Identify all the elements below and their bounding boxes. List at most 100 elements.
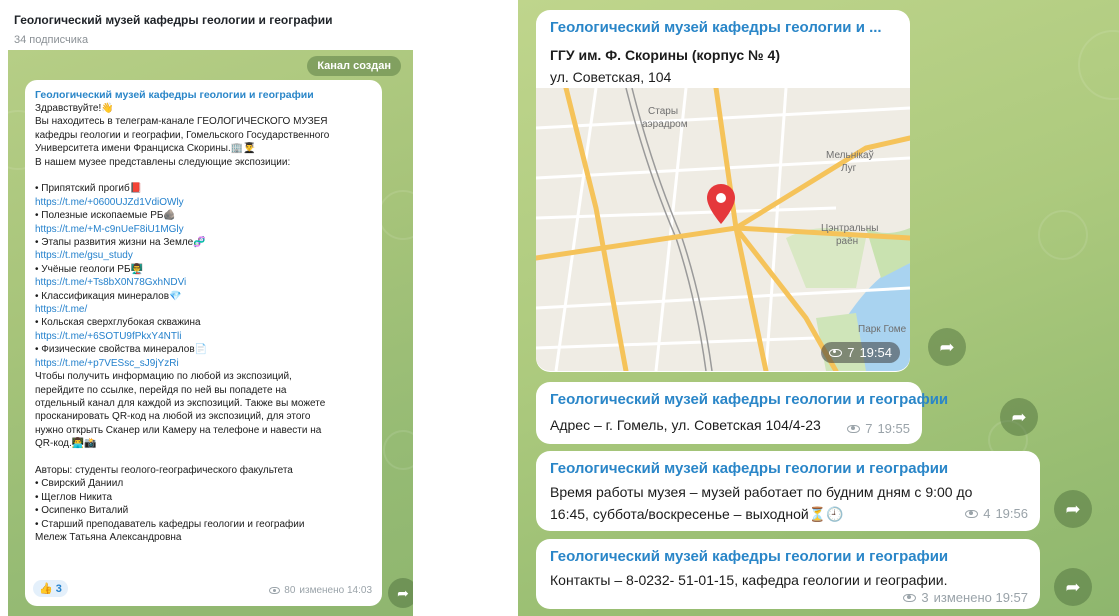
message-text: Время работы музея – музей работает по б… — [550, 484, 973, 500]
post-link[interactable]: https://t.me/+6SOTU9fPkxY4NTli — [35, 330, 372, 343]
post-line: Авторы: студенты геолого-географического… — [35, 464, 293, 476]
post-line: просканировать QR-код на любой из экспоз… — [35, 411, 311, 423]
post-line: • Полезные ископаемые РБ🪨 — [35, 210, 176, 222]
share-button[interactable]: ➦ — [928, 328, 966, 366]
view-count: 3 — [921, 590, 929, 605]
view-count: 7 — [847, 345, 855, 360]
share-button[interactable]: ➦ — [1000, 398, 1038, 436]
post-line: отдельный канал для каждой из экспозиций… — [35, 397, 326, 409]
wallpaper-doodle — [1078, 30, 1119, 100]
map-label: Парк Гоме — [858, 324, 907, 335]
share-arrow-icon: ➦ — [1065, 576, 1081, 597]
share-arrow-icon: ➦ — [939, 336, 955, 357]
message-text: Контакты – 8-0232- 51-01-15, кафедра гео… — [550, 572, 948, 588]
message-text: 16:45, суббота/воскресенье – выходной⏳🕘 — [550, 506, 844, 522]
post-line: • Учёные геологи РБ👨‍🏫 — [35, 263, 143, 275]
location-meta: 7 19:54 — [821, 342, 900, 363]
post-line: • Этапы развития жизни на Земле🧬 — [35, 237, 206, 249]
thumbs-up-icon: 👍 — [39, 583, 53, 595]
share-arrow-icon: ➦ — [1065, 498, 1081, 519]
edited-time: изменено 14:03 — [299, 585, 372, 596]
wallpaper-doodle — [1038, 210, 1088, 260]
post-line: Чтобы получить информацию по любой из эк… — [35, 371, 292, 383]
post-link[interactable]: https://t.me/+M-c9nUeF8iU1MGly — [35, 223, 372, 236]
message-bubble[interactable]: Геологический музей кафедры геологии и г… — [536, 382, 948, 444]
message-author[interactable]: Геологический музей кафедры геологии и г… — [550, 390, 948, 410]
post-line: • Припятский прогиб📕 — [35, 183, 143, 195]
channel-title: Геологический музей кафедры геологии и г… — [14, 13, 333, 27]
share-arrow-icon: ➦ — [1011, 406, 1027, 427]
post-line: перейдите по ссылке, перейдя по ней вы п… — [35, 384, 287, 396]
message-time: изменено 19:57 — [933, 590, 1028, 605]
post-line: • Осипенко Виталий — [35, 505, 129, 517]
post-line: Вы находитесь в телеграм-канале ГЕОЛОГИЧ… — [35, 116, 328, 128]
post-link[interactable]: https://t.me/+0600UJZd1VdiOWly — [35, 196, 372, 209]
share-button[interactable]: ➦ — [1054, 490, 1092, 528]
map-label: Стары — [648, 106, 678, 117]
view-count: 80 — [284, 585, 296, 596]
place-title: ГГУ им. Ф. Скорины (корпус № 4) — [550, 47, 780, 63]
message-bubble[interactable]: Геологический музей кафедры геологии и г… — [536, 539, 1040, 609]
left-channel-panel: Геологический музей кафедры геологии и г… — [0, 0, 414, 616]
post-line: Здравствуйте!👋 — [35, 103, 114, 114]
wallpaper-doodle — [383, 430, 413, 470]
post-line: • Физические свойства минералов📄 — [35, 344, 208, 356]
location-author[interactable]: Геологический музей кафедры геологии и .… — [550, 18, 896, 38]
post-line: • Старший преподаватель кафедры геологии… — [35, 518, 305, 530]
map-label: Цэнтральны — [821, 223, 879, 234]
map-preview[interactable]: Стары аэрадром Мельнікаў Луг Цэнтральны … — [536, 88, 910, 371]
post-link[interactable]: https://t.me/ — [35, 303, 372, 316]
right-chat-panel: Геологический музей кафедры геологии и .… — [518, 0, 1119, 616]
service-message-channel-created: Канал создан — [307, 56, 401, 76]
post-line: Университета имени Франциска Скорины.🏢👨‍… — [35, 143, 256, 155]
post-line: В нашем музее представлены следующие экс… — [35, 156, 291, 168]
map-label: аэрадром — [642, 119, 688, 130]
eye-icon — [829, 348, 843, 357]
eye-icon — [269, 587, 281, 594]
reaction-button[interactable]: 👍 3 — [33, 580, 68, 597]
channel-header[interactable]: Геологический музей кафедры геологии и г… — [14, 12, 404, 47]
post-link[interactable]: https://t.me/+Ts8bX0N78GxhNDVi — [35, 276, 372, 289]
message-meta: 3 изменено 19:57 — [903, 590, 1028, 605]
post-line: нужно открыть Сканер или Камеру на телеф… — [35, 424, 322, 436]
welcome-post-bubble[interactable]: Геологический музей кафедры геологии и г… — [25, 80, 382, 606]
share-arrow-icon: ➦ — [397, 584, 409, 601]
view-count: 7 — [865, 421, 873, 436]
post-line — [35, 451, 372, 464]
eye-icon — [965, 509, 979, 518]
post-link[interactable]: https://t.me/+p7VESsc_sJ9jYzRi — [35, 357, 372, 370]
wallpaper-doodle — [378, 190, 413, 240]
message-time: 19:54 — [859, 345, 892, 360]
share-button[interactable]: ➦ — [388, 578, 413, 608]
post-line: Мележ Татьяна Александровна — [35, 531, 182, 543]
map-label: Мельнікаў — [826, 150, 874, 161]
post-author[interactable]: Геологический музей кафедры геологии и г… — [35, 89, 372, 102]
post-line: QR-код.👨‍💻📸 — [35, 438, 97, 450]
message-author[interactable]: Геологический музей кафедры геологии и г… — [550, 459, 1026, 479]
post-meta: 80 изменено 14:03 — [269, 585, 372, 596]
post-line: • Классификация минералов💎 — [35, 290, 182, 302]
post-line — [35, 169, 372, 182]
message-meta: 4 19:56 — [965, 506, 1028, 521]
reaction-count: 3 — [55, 582, 62, 595]
message-bubble[interactable]: Геологический музей кафедры геологии и г… — [536, 451, 1040, 531]
post-line: кафедры геологии и географии, Гомельског… — [35, 129, 330, 141]
post-text: Здравствуйте!👋 Вы находитесь в телеграм-к… — [35, 102, 372, 544]
view-count: 4 — [983, 506, 991, 521]
post-link[interactable]: https://t.me/gsu_study — [35, 249, 372, 262]
map-label: Луг — [841, 163, 857, 174]
place-address: ул. Советская, 104 — [550, 69, 672, 85]
map-label: раён — [836, 236, 859, 247]
post-line: • Щеглов Никита — [35, 491, 113, 503]
subscriber-count: 34 подписчика — [14, 34, 89, 46]
chat-wallpaper: Канал создан Геологический музей кафедры… — [8, 50, 413, 616]
message-time: 19:55 — [877, 421, 910, 436]
message-meta: 7 19:55 — [847, 421, 910, 436]
eye-icon — [903, 593, 917, 602]
message-time: 19:56 — [995, 506, 1028, 521]
message-author[interactable]: Геологический музей кафедры геологии и г… — [550, 547, 1026, 567]
eye-icon — [847, 424, 861, 433]
post-line: • Свирский Даниил — [35, 478, 124, 490]
share-button[interactable]: ➦ — [1054, 568, 1092, 606]
post-line: • Кольская сверхглубокая скважина — [35, 317, 201, 329]
